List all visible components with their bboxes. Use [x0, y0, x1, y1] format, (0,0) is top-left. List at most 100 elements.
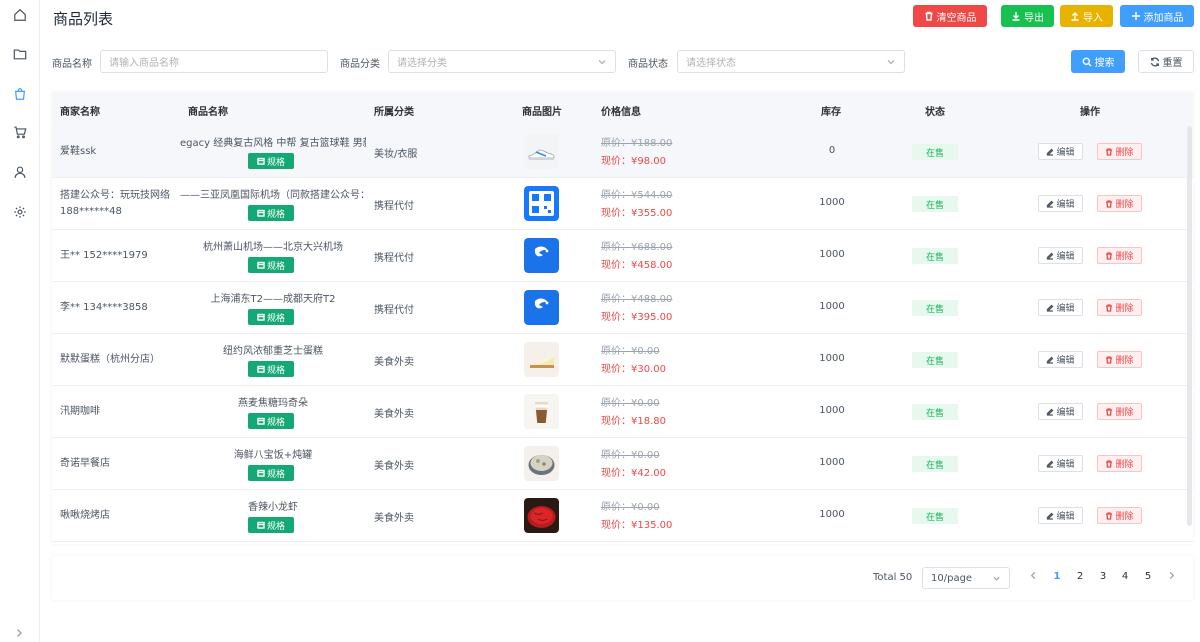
original-price: 原价：¥188.00: [601, 135, 672, 153]
name-search-input[interactable]: 请输入商品名称: [100, 50, 328, 73]
trash-icon: [1106, 303, 1113, 312]
upload-icon: [1071, 12, 1079, 21]
spec-button[interactable]: 规格: [248, 361, 294, 377]
delete-button[interactable]: 删除: [1097, 507, 1142, 524]
spec-button[interactable]: 规格: [248, 205, 294, 221]
folder-icon[interactable]: [12, 46, 28, 62]
table-row: 啾啾烧烤店 香辣小龙虾 规格 美食外卖 原价：¥0.00 现价：¥135.00 1000 在售…: [52, 490, 1193, 542]
product-image: [524, 290, 559, 325]
edit-label: 编辑: [1056, 148, 1075, 158]
price-info: 原价：¥0.00 现价：¥135.00: [601, 499, 672, 535]
edit-icon: [1047, 512, 1054, 520]
next-page-button[interactable]: [1165, 571, 1177, 583]
trash-icon: [1106, 355, 1113, 364]
page-4[interactable]: 4: [1119, 571, 1131, 582]
spec-button[interactable]: 规格: [248, 413, 294, 429]
stock-count: 1000: [819, 197, 845, 208]
main-content: 商品列表 清空商品 导出 导入 添加商品 商品名称 请输入商品名称 商品分类 请…: [40, 0, 1200, 642]
category-select[interactable]: 请选择分类: [388, 50, 616, 73]
spec-button[interactable]: 规格: [248, 153, 294, 169]
spec-icon: [257, 209, 265, 217]
clear-products-button[interactable]: 清空商品: [913, 5, 987, 27]
stock-count: 1000: [819, 405, 845, 416]
current-price-value: ¥42.00: [631, 468, 666, 479]
delete-button[interactable]: 删除: [1097, 351, 1142, 368]
delete-button[interactable]: 删除: [1097, 299, 1142, 316]
total-count: Total 50: [873, 572, 913, 583]
edit-button[interactable]: 编辑: [1038, 403, 1083, 420]
original-price-prefix: 原价：: [601, 138, 631, 149]
cart-icon[interactable]: [12, 124, 28, 140]
original-price-prefix: 原价：: [601, 294, 631, 305]
spec-icon: [257, 313, 265, 321]
edit-icon: [1047, 148, 1054, 156]
search-button[interactable]: 搜索: [1071, 50, 1125, 73]
page-1[interactable]: 1: [1051, 571, 1063, 582]
delete-button[interactable]: 删除: [1097, 195, 1142, 212]
merchant-name: 爱鞋ssk: [60, 146, 97, 157]
category-filter-label: 商品分类: [340, 59, 380, 70]
page-5[interactable]: 5: [1142, 571, 1154, 582]
delete-button[interactable]: 删除: [1097, 403, 1142, 420]
header-image: 商品图片: [522, 107, 562, 118]
status-badge: 在售: [912, 144, 958, 160]
original-price: 原价：¥0.00: [601, 343, 666, 361]
edit-button[interactable]: 编辑: [1038, 351, 1083, 368]
category: 美食外卖: [374, 513, 414, 524]
header-actions: 操作: [1080, 107, 1100, 118]
delete-label: 删除: [1115, 304, 1134, 314]
spec-button[interactable]: 规格: [248, 309, 294, 325]
page-size-select[interactable]: 10/page: [922, 567, 1010, 589]
current-price-prefix: 现价：: [601, 208, 631, 219]
user-icon[interactable]: [12, 164, 28, 180]
edit-button[interactable]: 编辑: [1038, 455, 1083, 472]
table-scrollbar[interactable]: [1187, 126, 1192, 526]
trash-icon: [1106, 251, 1113, 260]
merchant-name: 默默蛋糕（杭州分店）: [60, 354, 160, 365]
edit-button[interactable]: 编辑: [1038, 507, 1083, 524]
chevron-down-icon: [887, 59, 895, 64]
delete-label: 删除: [1115, 512, 1134, 522]
export-button[interactable]: 导出: [1001, 5, 1054, 27]
edit-icon: [1047, 200, 1054, 208]
edit-button[interactable]: 编辑: [1038, 299, 1083, 316]
original-price-prefix: 原价：: [601, 398, 631, 409]
product-image: [524, 446, 559, 481]
spec-button[interactable]: 规格: [248, 465, 294, 481]
original-price: 原价：¥0.00: [601, 499, 672, 517]
shopping-bag-icon[interactable]: [12, 86, 28, 102]
chevron-left-icon: [1030, 571, 1035, 580]
page-3[interactable]: 3: [1097, 571, 1109, 582]
original-price: 原价：¥544.00: [601, 187, 672, 205]
reset-button[interactable]: 重置: [1138, 50, 1194, 73]
merchant-name: 王** 152****1979: [60, 250, 148, 261]
header-price: 价格信息: [601, 107, 641, 118]
status-badge: 在售: [912, 300, 958, 316]
delete-button[interactable]: 删除: [1097, 247, 1142, 264]
gear-icon[interactable]: [12, 204, 28, 220]
spec-label: 规格: [266, 469, 285, 480]
price-info: 原价：¥0.00 现价：¥30.00: [601, 343, 666, 379]
home-icon[interactable]: [12, 7, 28, 23]
spec-icon: [257, 365, 265, 373]
edit-button[interactable]: 编辑: [1038, 143, 1083, 160]
delete-button[interactable]: 删除: [1097, 143, 1142, 160]
edit-button[interactable]: 编辑: [1038, 247, 1083, 264]
delete-label: 删除: [1115, 200, 1134, 210]
spec-label: 规格: [266, 417, 285, 428]
add-product-button[interactable]: 添加商品: [1120, 5, 1194, 27]
expand-chevron-icon[interactable]: [14, 628, 26, 640]
spec-icon: [257, 157, 265, 165]
edit-label: 编辑: [1056, 200, 1075, 210]
delete-button[interactable]: 删除: [1097, 455, 1142, 472]
spec-icon: [257, 417, 265, 425]
spec-button[interactable]: 规格: [248, 517, 294, 533]
page-2[interactable]: 2: [1074, 571, 1086, 582]
product-name: 香辣小龙虾: [248, 502, 298, 513]
edit-button[interactable]: 编辑: [1038, 195, 1083, 212]
import-button[interactable]: 导入: [1060, 5, 1113, 27]
trash-icon: [1106, 199, 1113, 208]
status-select[interactable]: 请选择状态: [677, 50, 905, 73]
spec-button[interactable]: 规格: [248, 257, 294, 273]
prev-page-button[interactable]: [1027, 571, 1039, 583]
